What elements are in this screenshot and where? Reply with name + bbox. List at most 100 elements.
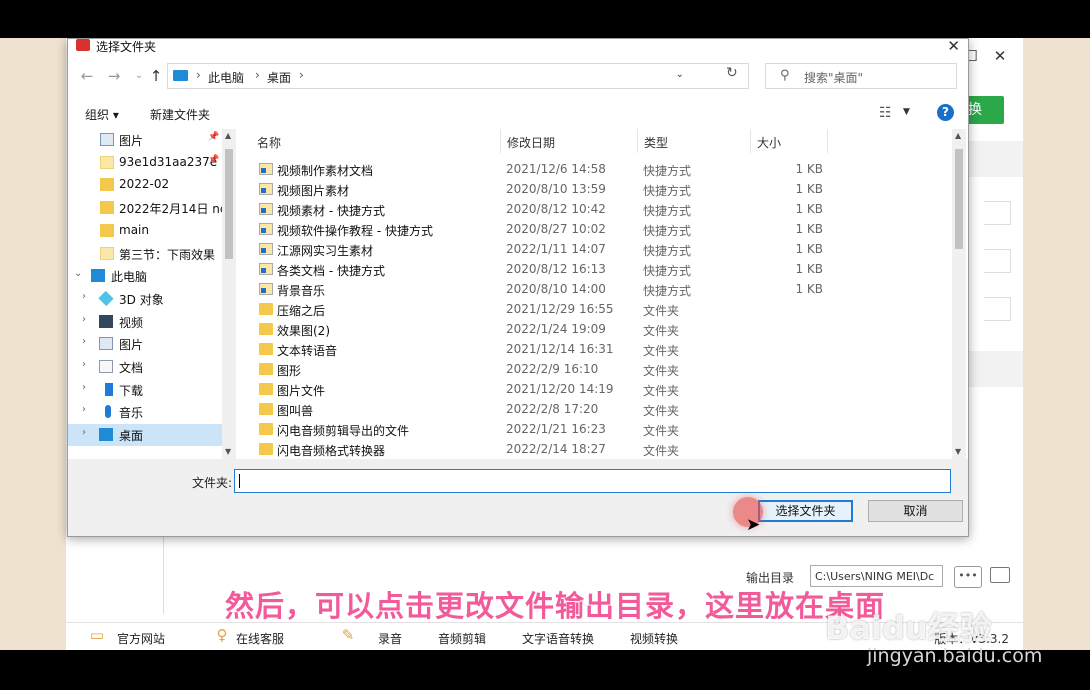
file-row[interactable]: 闪电音频剪辑导出的文件 2022/1/21 16:23 文件夹 [251,419,951,439]
file-row[interactable]: 视频素材 - 快捷方式 2020/8/12 10:42 快捷方式 1 KB [251,199,951,219]
close-icon[interactable]: ✕ [992,48,1008,64]
chevron-right-icon[interactable]: › [82,336,86,347]
setting-field[interactable] [984,297,1011,321]
file-row[interactable]: 图片文件 2021/12/20 14:19 文件夹 [251,379,951,399]
file-row[interactable]: 视频图片素材 2020/8/10 13:59 快捷方式 1 KB [251,179,951,199]
footer-link-video-convert[interactable]: 视频转换 [630,630,678,647]
file-date: 2021/12/29 16:55 [506,302,614,316]
search-input[interactable]: 搜索"桌面" [804,69,863,86]
nav-item[interactable]: main [68,220,222,242]
file-name: 图叫兽 [277,404,314,418]
file-type: 快捷方式 [643,224,692,238]
nav-item[interactable]: › 文档 [68,356,222,378]
convert-button[interactable]: 换 [964,96,1004,124]
refresh-icon[interactable]: ↻ [726,65,738,81]
monitor-icon: ▭ [89,626,105,644]
open-folder-icon[interactable] [990,567,1010,583]
more-button[interactable]: ••• [954,566,982,588]
select-folder-button[interactable]: 选择文件夹 [758,500,853,522]
chevron-down-icon[interactable]: ⌄ [676,69,684,80]
footer-link-support[interactable]: 在线客服 [236,630,284,647]
nav-item[interactable]: › 音乐 [68,401,222,423]
file-row[interactable]: 江源网实习生素材 2022/1/11 14:07 快捷方式 1 KB [251,239,951,259]
organize-button[interactable]: 组织 ▾ [85,106,119,123]
file-date: 2021/12/20 14:19 [506,382,614,396]
chevron-down-icon[interactable]: ▼ [903,107,910,117]
footer-link-record[interactable]: 录音 [378,630,402,647]
footer-link-website[interactable]: 官方网站 [117,630,165,647]
chevron-right-icon[interactable]: › [82,404,86,415]
column-type[interactable]: 类型 [638,129,751,153]
nav-item[interactable]: 2022-02 [68,174,222,196]
scroll-thumb[interactable] [225,149,233,259]
file-row[interactable]: 压缩之后 2021/12/29 16:55 文件夹 [251,299,951,319]
scroll-up-icon[interactable]: ▲ [225,131,231,140]
close-icon[interactable]: ✕ [947,38,960,55]
back-arrow-icon[interactable]: ← [78,67,96,85]
folder-name-input[interactable] [234,469,951,493]
nav-scrollbar[interactable]: ▲ ▼ [222,129,236,459]
scroll-thumb[interactable] [955,149,963,249]
chevron-right-icon[interactable]: › [82,427,86,438]
file-row[interactable]: 效果图(2) 2022/1/24 19:09 文件夹 [251,319,951,339]
column-date[interactable]: 修改日期 [501,129,638,153]
nav-item[interactable]: › 图片 [68,333,222,355]
up-arrow-icon[interactable]: ↑ [147,67,165,85]
file-row[interactable]: 图叫兽 2022/2/8 17:20 文件夹 [251,399,951,419]
folder-name-label: 文件夹: [192,476,233,490]
footer-link-tts[interactable]: 文字语音转换 [522,630,594,647]
nav-item[interactable]: › 下载 [68,379,222,401]
view-options-icon[interactable]: ☷ [879,105,892,121]
chevron-down-icon[interactable]: ⌄ [74,268,82,279]
scroll-down-icon[interactable]: ▼ [955,447,961,456]
nav-item[interactable]: 图片 📌 [68,129,222,151]
file-type: 快捷方式 [643,284,692,298]
file-size: 1 KB [795,202,823,216]
file-size: 1 KB [795,222,823,236]
breadcrumb-this-pc[interactable]: 此电脑 [208,69,244,86]
chevron-right-icon[interactable]: › [82,382,86,393]
file-row[interactable]: 视频制作素材文档 2021/12/6 14:58 快捷方式 1 KB [251,159,951,179]
breadcrumb-desktop[interactable]: 桌面 [267,69,291,86]
forward-arrow-icon[interactable]: → [105,67,123,85]
microphone-icon: ✎ [341,626,355,644]
file-date: 2021/12/6 14:58 [506,162,606,176]
nav-item[interactable]: 93e1d31aa237e 📌 [68,152,222,174]
file-date: 2022/1/21 16:23 [506,422,606,436]
sort-caret-icon: ⌃ [371,129,379,133]
scroll-down-icon[interactable]: ▼ [225,447,231,456]
file-row[interactable]: 文本转语音 2021/12/14 16:31 文件夹 [251,339,951,359]
nav-item[interactable]: › 视频 [68,311,222,333]
desktop-icon [99,428,113,442]
setting-field[interactable] [984,249,1011,273]
chevron-right-icon[interactable]: › [82,291,86,302]
file-row[interactable]: 视频软件操作教程 - 快捷方式 2020/8/27 10:02 快捷方式 1 KB [251,219,951,239]
column-divider[interactable] [827,129,828,153]
column-name[interactable]: ⌃ 名称 [251,129,501,153]
file-row[interactable]: 图形 2022/2/9 16:10 文件夹 [251,359,951,379]
file-row[interactable]: 各类文档 - 快捷方式 2020/8/12 16:13 快捷方式 1 KB [251,259,951,279]
column-size[interactable]: 大小 [751,129,828,153]
nav-item[interactable]: › 3D 对象 [68,288,222,310]
nav-item[interactable]: 第三节：下雨效果 [68,243,222,265]
scroll-up-icon[interactable]: ▲ [955,131,961,140]
chevron-right-icon[interactable]: › [82,359,86,370]
nav-item[interactable]: ⌄ 此电脑 [68,265,222,287]
file-row[interactable]: 闪电音频格式转换器 2022/2/14 18:27 文件夹 [251,439,951,459]
footer-link-audio-edit[interactable]: 音频剪辑 [438,630,486,647]
nav-item[interactable]: › 桌面 [68,424,222,447]
nav-item[interactable]: 2022年2月14日 ncm [68,197,236,219]
chevron-down-icon[interactable]: ⌄ [130,70,148,81]
nav-item-label: 文档 [119,361,144,375]
address-bar[interactable]: › 此电脑 › 桌面 › ⌄ [167,63,749,89]
search-box[interactable]: ⚲ 搜索"桌面" [765,63,957,89]
file-list-scrollbar[interactable]: ▲ ▼ [952,129,966,459]
folder-icon [100,223,114,237]
new-folder-button[interactable]: 新建文件夹 [150,106,210,123]
cancel-button[interactable]: 取消 [868,500,963,522]
file-row[interactable]: 背景音乐 2020/8/10 14:00 快捷方式 1 KB [251,279,951,299]
file-name: 图片文件 [277,384,326,398]
setting-field[interactable] [984,201,1011,225]
chevron-right-icon[interactable]: › [82,314,86,325]
help-icon[interactable]: ? [937,104,954,121]
